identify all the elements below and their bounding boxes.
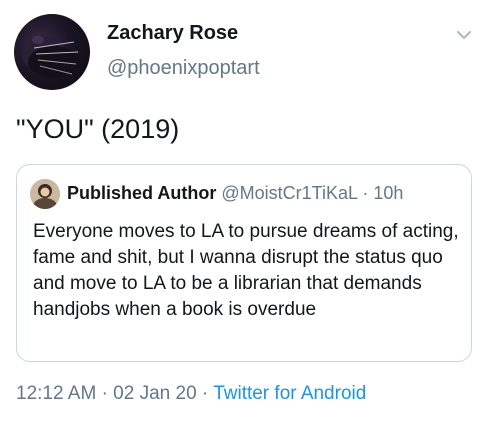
cat-avatar-image [22,36,80,78]
tweet-text: "YOU" (2019) [16,114,180,144]
quoted-tweet[interactable]: Published Author @MoistCr1TiKaL · 10h Ev… [16,164,472,362]
tweet-meta: 12:12 AM · 02 Jan 20 · Twitter for Andro… [16,383,366,405]
tweet-date[interactable]: 02 Jan 20 [113,383,196,404]
quoted-author-name[interactable]: Published Author [67,183,216,203]
portrait-avatar-image [30,179,60,209]
chevron-down-icon[interactable] [455,28,473,42]
quoted-tweet-time[interactable]: 10h [373,183,403,203]
separator-dot: · [362,183,369,203]
author-handle[interactable]: @phoenixpoptart [107,57,260,80]
separator-dot: · [201,383,209,404]
separator-dot: · [101,383,108,404]
quoted-author-handle[interactable]: @MoistCr1TiKaL [221,183,357,203]
quoted-tweet-header: Published Author @MoistCr1TiKaL · 10h [67,183,403,204]
quoted-author-avatar[interactable] [30,179,60,209]
tweet-source-link[interactable]: Twitter for Android [213,383,366,404]
quoted-tweet-text: Everyone moves to LA to pursue dreams of… [33,221,459,320]
author-name[interactable]: Zachary Rose [107,22,238,45]
avatar[interactable] [14,14,90,90]
tweet-card: Zachary Rose @phoenixpoptart "YOU" (2019… [0,0,490,426]
tweet-time[interactable]: 12:12 AM [16,383,96,404]
